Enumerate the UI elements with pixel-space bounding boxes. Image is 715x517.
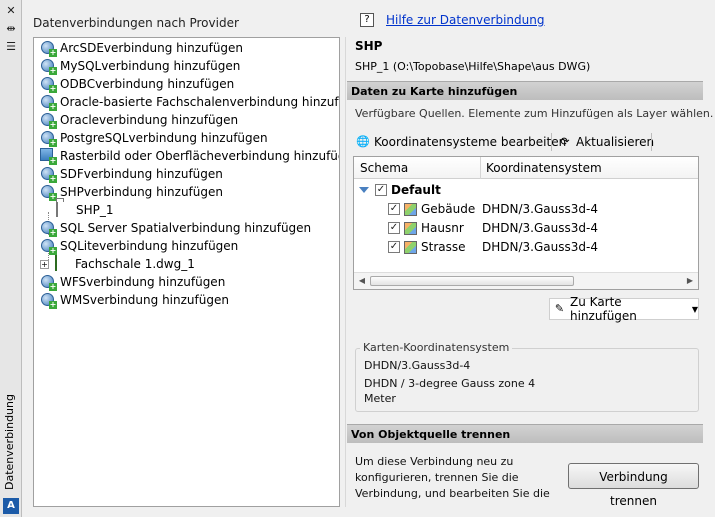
disconnect-button[interactable]: Verbindung trennen	[568, 463, 699, 508]
scroll-right-icon[interactable]: ▶	[685, 276, 695, 286]
add-to-map-button[interactable]: ✎ Zu Karte hinzufügen ▼	[549, 295, 699, 323]
cube-icon	[55, 255, 71, 272]
tree-item-oracle[interactable]: + Oracleverbindung hinzufügen	[40, 111, 238, 129]
dropdown-arrow-icon[interactable]: ▼	[692, 305, 698, 314]
tree-item-sqlite[interactable]: + SQLiteverbindung hinzufügen	[40, 237, 238, 255]
row-checkbox[interactable]: ✓	[388, 203, 400, 215]
grid-cell-cs: DHDN/3.Gauss3d-4	[482, 240, 598, 254]
folder-icon	[56, 201, 72, 218]
provider-tree[interactable]: + ArcSDEverbindung hinzufügen + MySQLver…	[33, 37, 340, 507]
horizontal-scrollbar[interactable]: ◀ ▶	[354, 272, 698, 289]
row-checkbox[interactable]: ✓	[388, 222, 400, 234]
provider-list-title: Datenverbindungen nach Provider	[33, 16, 239, 30]
globe-icon: 🌐	[356, 135, 370, 148]
globe-add-icon: +	[40, 166, 57, 183]
tree-item-sdf[interactable]: + SDFverbindung hinzufügen	[40, 165, 223, 183]
col-coordinate-system[interactable]: Koordinatensystem	[486, 161, 602, 175]
globe-add-icon: +	[40, 238, 57, 255]
globe-add-icon: +	[40, 76, 57, 93]
grid-cell-cs: DHDN/3.Gauss3d-4	[482, 221, 598, 235]
globe-add-icon: +	[40, 274, 57, 291]
palette-title: Datenverbindung	[3, 394, 16, 490]
autodesk-logo-icon: A	[3, 498, 19, 514]
tree-item-shp-1[interactable]: SHP_1	[56, 201, 114, 219]
expand-icon[interactable]: +	[40, 259, 49, 269]
grid-cell-cs: DHDN/3.Gauss3d-4	[482, 202, 598, 216]
map-cs-description: DHDN / 3-degree Gauss zone 4	[364, 377, 536, 390]
close-icon[interactable]: ✕	[3, 4, 19, 18]
panel-divider	[345, 37, 346, 507]
row-checkbox[interactable]: ✓	[388, 241, 400, 253]
tree-item-fachschale[interactable]: + Fachschale 1.dwg_1	[40, 255, 195, 273]
tree-item-shp[interactable]: + SHPverbindung hinzufügen	[40, 183, 223, 201]
globe-add-icon: +	[40, 292, 57, 309]
col-schema[interactable]: Schema	[360, 161, 408, 175]
provider-name: SHP	[355, 39, 383, 53]
edit-coordinate-systems-button[interactable]: 🌐 Koordinatensysteme bearbeiten	[356, 132, 566, 152]
auto-hide-icon[interactable]: ⇹	[3, 22, 19, 36]
feature-class-icon	[404, 221, 417, 235]
globe-add-icon: +	[40, 58, 57, 75]
globe-add-icon: +	[40, 40, 57, 57]
toolbar-separator	[551, 133, 552, 151]
refresh-icon: ⟳	[560, 135, 570, 148]
feature-class-icon	[404, 240, 417, 254]
sources-grid[interactable]: Schema Koordinatensystem ✓ Default ✓ Geb…	[353, 156, 699, 290]
tree-item-wms[interactable]: + WMSverbindung hinzufügen	[40, 291, 229, 309]
tree-item-postgresql[interactable]: + PostgreSQLverbindung hinzufügen	[40, 129, 268, 147]
help-link[interactable]: Hilfe zur Datenverbindung	[386, 13, 544, 27]
feature-class-icon	[404, 202, 417, 216]
help-icon[interactable]: ?	[360, 13, 374, 27]
tree-item-oracle-fachschale[interactable]: + Oracle-basierte Fachschalenverbindung …	[40, 93, 339, 111]
tree-item-raster[interactable]: + Rasterbild oder Oberflächeverbindung h…	[40, 147, 339, 165]
globe-add-icon: +	[40, 184, 57, 201]
globe-add-icon: +	[40, 94, 57, 111]
help-row: ? Hilfe zur Datenverbindung	[360, 13, 544, 27]
tree-item-wfs[interactable]: + WFSverbindung hinzufügen	[40, 273, 225, 291]
raster-add-icon: +	[40, 148, 57, 165]
tree-item-odbc[interactable]: + ODBCverbindung hinzufügen	[40, 75, 234, 93]
refresh-button[interactable]: ⟳ Aktualisieren	[558, 132, 654, 152]
grid-row[interactable]: ✓ Hausnr	[388, 219, 464, 237]
disconnect-text: Um diese Verbindung neu zu konfigurieren…	[355, 455, 550, 500]
tree-item-mysql[interactable]: + MySQLverbindung hinzufügen	[40, 57, 240, 75]
properties-icon[interactable]: ☰	[3, 40, 19, 54]
grid-group-default[interactable]: ✓ Default	[359, 181, 441, 199]
scroll-thumb[interactable]	[370, 276, 574, 286]
provider-path: SHP_1 (O:\Topobase\Hilfe\Shape\aus DWG)	[355, 60, 591, 73]
tree-item-arcsde[interactable]: + ArcSDEverbindung hinzufügen	[40, 39, 243, 57]
grid-row[interactable]: ✓ Gebäude	[388, 200, 475, 218]
grid-row[interactable]: ✓ Strasse	[388, 238, 466, 256]
add-layer-icon: ✎	[554, 302, 565, 315]
grid-header: Schema Koordinatensystem	[354, 157, 698, 179]
globe-add-icon: +	[40, 130, 57, 147]
map-cs-unit: Meter	[364, 392, 396, 405]
section-disconnect: Von Objektquelle trennen	[347, 424, 703, 443]
section-add-to-map: Daten zu Karte hinzufügen	[347, 81, 703, 100]
scroll-left-icon[interactable]: ◀	[357, 276, 367, 286]
palette-strip: ✕ ⇹ ☰ Datenverbindung A	[0, 0, 22, 517]
map-cs-code: DHDN/3.Gauss3d-4	[364, 359, 471, 372]
globe-add-icon: +	[40, 112, 57, 129]
map-cs-label: Karten-Koordinatensystem	[360, 341, 513, 354]
sources-hint: Verfügbare Quellen. Elemente zum Hinzufü…	[355, 107, 714, 120]
tree-item-sqlserver[interactable]: + SQL Server Spatialverbindung hinzufüge…	[40, 219, 311, 237]
toolbar-separator	[651, 133, 652, 151]
collapse-icon[interactable]	[359, 187, 369, 193]
default-checkbox[interactable]: ✓	[375, 184, 387, 196]
globe-add-icon: +	[40, 220, 57, 237]
